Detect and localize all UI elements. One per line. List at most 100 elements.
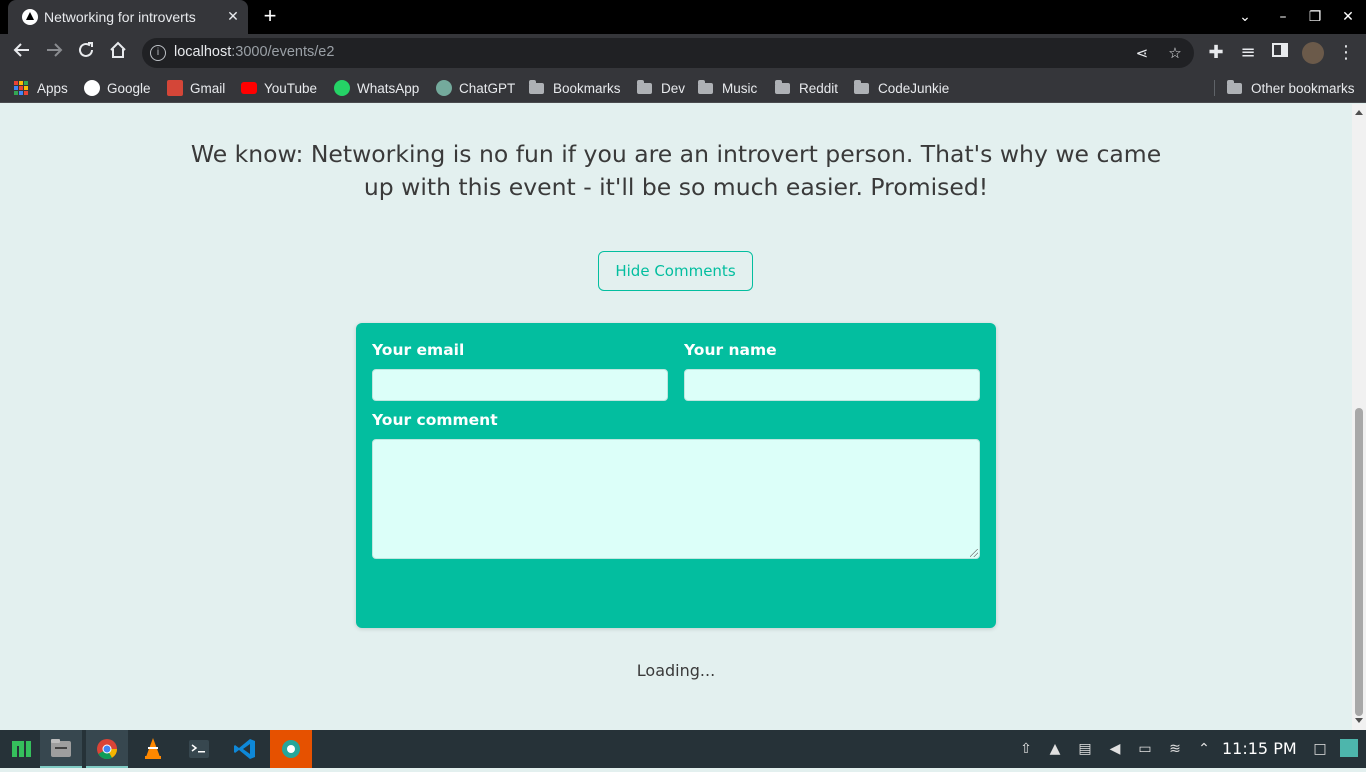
url-host: localhost — [174, 44, 232, 60]
name-field[interactable] — [684, 369, 980, 401]
bookmark-google[interactable]: Google — [84, 78, 151, 98]
bookmarks-separator — [1214, 80, 1215, 96]
name-label: Your name — [684, 341, 777, 359]
bookmark-gmail[interactable]: Gmail — [167, 78, 225, 98]
folder-icon — [529, 79, 544, 94]
volume-icon[interactable]: ◀ — [1105, 739, 1125, 759]
update-tray-icon[interactable]: ⇧ — [1016, 739, 1036, 759]
folder-icon — [637, 79, 652, 94]
site-info-icon[interactable]: i — [150, 45, 166, 61]
clipboard-tray-icon[interactable]: ▤ — [1075, 739, 1095, 759]
reload-icon — [79, 42, 93, 57]
vlc-icon[interactable] — [132, 730, 174, 768]
show-desktop-icon[interactable]: □ — [1310, 739, 1330, 759]
browser-tab[interactable]: Networking for introverts ✕ — [8, 0, 248, 34]
folder-icon — [698, 79, 713, 94]
system-clock[interactable]: 11:15 PM — [1222, 739, 1297, 758]
url-path: :3000/events/e2 — [231, 44, 335, 60]
scroll-thumb[interactable] — [1355, 408, 1363, 716]
bookmark-label: Reddit — [799, 80, 839, 96]
profile-avatar[interactable] — [1302, 42, 1324, 64]
screenshot-icon[interactable] — [270, 730, 312, 768]
chatgpt-icon — [436, 80, 452, 96]
back-button[interactable] — [10, 41, 34, 65]
address-bar[interactable]: i localhost:3000/events/e2 ⋖ ☆ — [142, 38, 1194, 68]
other-bookmarks-folder[interactable]: Other bookmarks — [1227, 78, 1355, 98]
bookmark-folder-dev[interactable]: Dev — [637, 78, 685, 98]
extensions-icon[interactable]: ✚ — [1204, 41, 1228, 65]
bookmark-label: Apps — [37, 80, 68, 96]
vlc-tray-icon[interactable]: ▲ — [1045, 739, 1065, 759]
media-controls-icon[interactable]: ≡ — [1236, 41, 1260, 65]
manjaro-logo-icon — [12, 741, 31, 757]
browser-menu-icon[interactable]: ⋮ — [1334, 41, 1358, 65]
page-scrollbar[interactable] — [1352, 104, 1366, 730]
chrome-logo-icon — [97, 739, 118, 760]
email-field[interactable] — [372, 369, 668, 401]
back-arrow-icon — [13, 43, 29, 57]
tab-close-button[interactable]: ✕ — [224, 7, 242, 25]
bookmark-label: WhatsApp — [357, 80, 420, 96]
tab-search-icon[interactable]: ⌄ — [1233, 6, 1257, 28]
browser-toolbar: i localhost:3000/events/e2 ⋖ ☆ ✚ ≡ ⋮ — [0, 34, 1366, 72]
terminal-prompt-icon — [189, 740, 209, 758]
loading-text: Loading... — [636, 661, 716, 680]
bookmark-label: Gmail — [190, 80, 226, 96]
vlc-cone-icon — [145, 738, 161, 759]
bookmark-youtube[interactable]: YouTube — [241, 78, 317, 98]
scroll-up-arrow-icon[interactable] — [1355, 110, 1363, 115]
scroll-down-arrow-icon[interactable] — [1355, 718, 1363, 723]
battery-icon[interactable]: ▭ — [1135, 739, 1155, 759]
side-panel-glyph-icon — [1272, 43, 1288, 57]
bookmark-label: Google — [107, 80, 151, 96]
chrome-icon[interactable] — [86, 730, 128, 768]
tray-expand-icon[interactable]: ⌃ — [1194, 739, 1214, 759]
vscode-icon[interactable] — [224, 730, 266, 768]
nextjs-favicon-icon — [22, 9, 38, 25]
url-text[interactable]: localhost:3000/events/e2 — [174, 44, 334, 60]
hide-comments-button[interactable]: Hide Comments — [598, 251, 753, 291]
start-menu-icon[interactable] — [0, 730, 42, 768]
bookmark-apps[interactable]: Apps — [14, 78, 68, 98]
bookmark-chatgpt[interactable]: ChatGPT — [436, 78, 515, 98]
terminal-icon[interactable] — [178, 730, 220, 768]
forward-button[interactable] — [42, 41, 66, 65]
page-content: We know: Networking is no fun if you are… — [0, 104, 1352, 730]
home-button[interactable] — [106, 41, 130, 65]
comment-textarea[interactable] — [372, 439, 980, 559]
bookmark-label: Music — [722, 80, 758, 96]
os-taskbar: ⇧ ▲ ▤ ◀ ▭ ≋ ⌃ 11:15 PM □ — [0, 730, 1366, 768]
minimize-button[interactable]: – — [1271, 6, 1295, 28]
event-description: We know: Networking is no fun if you are… — [190, 140, 1162, 201]
resize-handle-icon[interactable] — [970, 549, 978, 557]
forward-arrow-icon — [47, 43, 63, 57]
youtube-icon — [241, 82, 257, 94]
restore-button[interactable]: ❐ — [1303, 6, 1327, 28]
folder-icon — [854, 79, 869, 94]
files-icon[interactable] — [40, 730, 82, 768]
bookmark-folder-bookmarks[interactable]: Bookmarks — [529, 78, 621, 98]
bookmark-folder-music[interactable]: Music — [698, 78, 757, 98]
close-window-button[interactable]: ✕ — [1336, 6, 1360, 28]
bookmark-label: YouTube — [264, 80, 318, 96]
bookmark-label: Dev — [661, 80, 686, 96]
new-tab-button[interactable]: + — [258, 5, 282, 29]
bookmarks-bar: Apps Google Gmail YouTube WhatsApp ChatG… — [0, 72, 1366, 103]
workspace-switcher-icon[interactable] — [1340, 739, 1358, 757]
bookmark-folder-reddit[interactable]: Reddit — [775, 78, 838, 98]
side-panel-icon[interactable] — [1268, 41, 1292, 65]
comment-label: Your comment — [372, 411, 498, 429]
tab-strip: Networking for introverts ✕ + ⌄ – ❐ ✕ — [0, 0, 1366, 34]
wifi-icon[interactable]: ≋ — [1165, 739, 1185, 759]
file-manager-icon — [51, 739, 71, 757]
reload-button[interactable] — [74, 41, 98, 65]
other-bookmarks-label: Other bookmarks — [1251, 80, 1355, 96]
bookmark-folder-codejunkie[interactable]: CodeJunkie — [854, 78, 949, 98]
bookmark-star-icon[interactable]: ☆ — [1165, 43, 1185, 63]
share-icon[interactable]: ⋖ — [1132, 43, 1152, 63]
google-icon — [84, 80, 100, 96]
bookmark-whatsapp[interactable]: WhatsApp — [334, 78, 419, 98]
whatsapp-icon — [334, 80, 350, 96]
tab-title: Networking for introverts — [44, 9, 196, 25]
home-icon — [110, 41, 126, 58]
